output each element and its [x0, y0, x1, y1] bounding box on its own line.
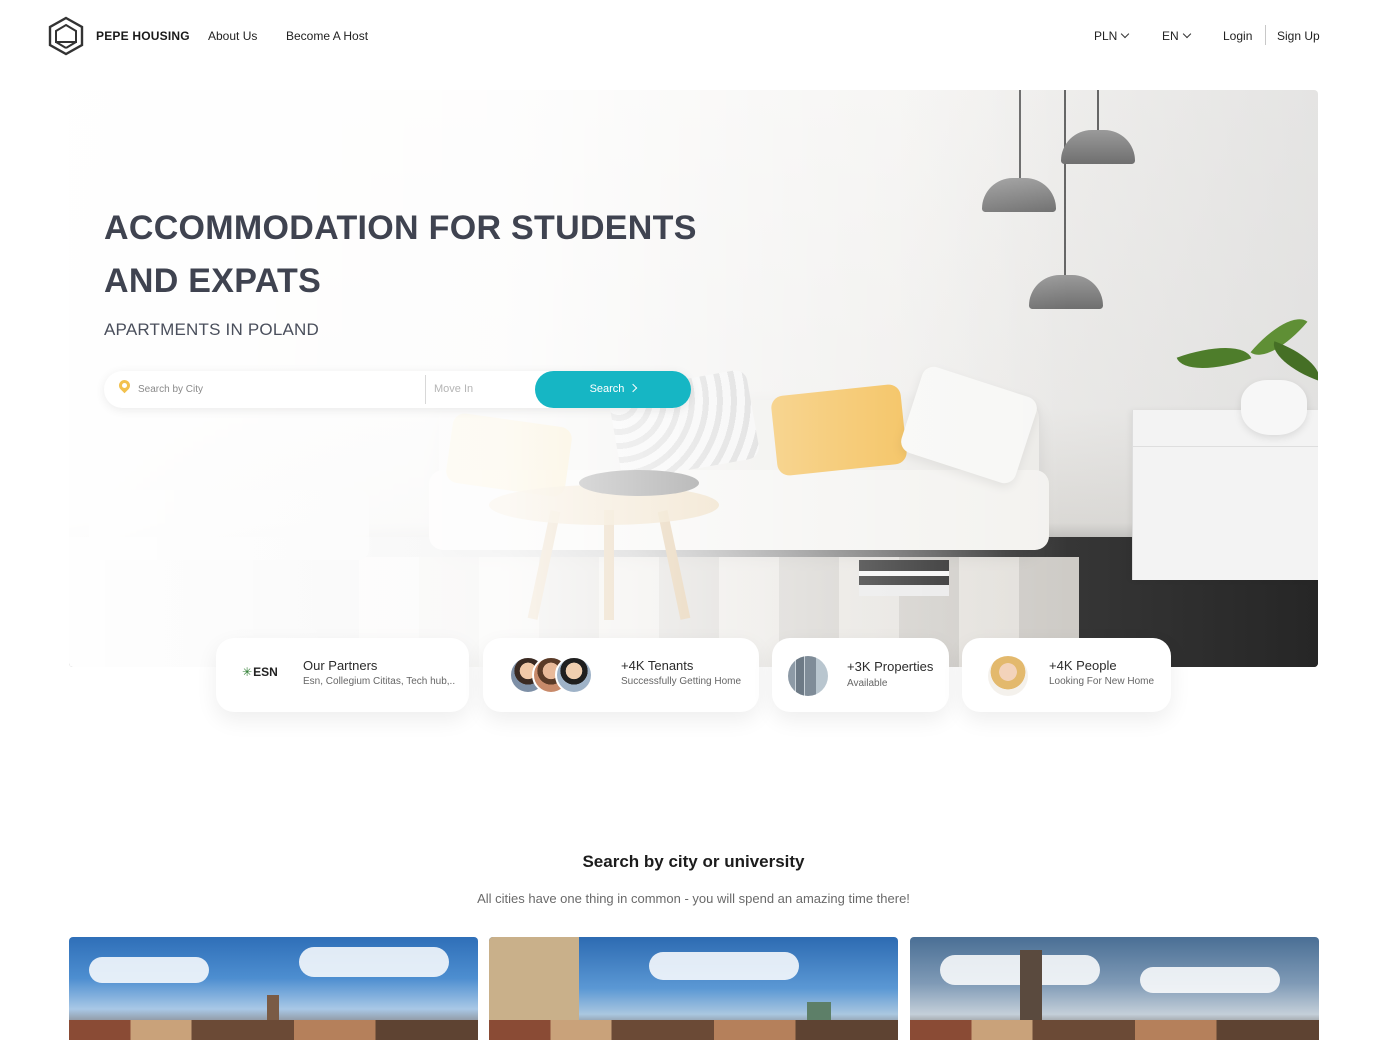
- language-label: EN: [1162, 29, 1179, 43]
- city-card[interactable]: [69, 937, 478, 1040]
- hero-banner: ACCOMMODATION FOR STUDENTS AND EXPATS AP…: [69, 90, 1318, 667]
- section-subtitle: All cities have one thing in common - yo…: [477, 891, 910, 906]
- city-card[interactable]: [489, 937, 898, 1040]
- tenants-card[interactable]: +4K Tenants Successfully Getting Home: [483, 638, 759, 712]
- card-title: +4K Tenants: [621, 658, 694, 673]
- city-search-input[interactable]: [138, 379, 418, 399]
- nav-become-host-link[interactable]: Become A Host: [286, 29, 368, 43]
- login-link[interactable]: Login: [1223, 29, 1252, 43]
- top-navbar: PEPE HOUSING About Us Become A Host PLN …: [0, 0, 1387, 72]
- tenant-avatar: [555, 656, 593, 694]
- house-hexagon-icon[interactable]: [47, 16, 85, 56]
- search-bar: Search: [104, 371, 691, 408]
- cloud: [89, 957, 209, 983]
- people-card[interactable]: +4K People Looking For New Home: [962, 638, 1171, 712]
- chevron-down-icon: [1121, 29, 1130, 39]
- cloud: [649, 952, 799, 980]
- card-subtitle: Available: [847, 678, 888, 689]
- cloud: [1140, 967, 1280, 993]
- hero-title-line: AND EXPATS: [104, 262, 322, 300]
- esn-logo: ✳ESN: [242, 665, 278, 679]
- roofs: [489, 1020, 898, 1040]
- card-title: +3K Properties: [847, 659, 934, 674]
- card-title: +4K People: [1049, 658, 1117, 673]
- chevron-right-icon: [629, 383, 638, 393]
- card-subtitle: Successfully Getting Home: [621, 676, 742, 687]
- person-avatar: [988, 656, 1028, 696]
- signup-link[interactable]: Sign Up: [1277, 29, 1320, 43]
- esn-logo-text: ESN: [253, 665, 278, 679]
- partners-card[interactable]: ✳ESN Our Partners Esn, Collegium Cititas…: [216, 638, 469, 712]
- nav-divider: [1265, 25, 1266, 45]
- search-divider: [425, 375, 426, 404]
- currency-label: PLN: [1094, 29, 1118, 43]
- hero-title-line: ACCOMMODATION FOR STUDENTS: [104, 209, 697, 247]
- roofs: [910, 1020, 1319, 1040]
- esn-star-icon: ✳: [242, 665, 253, 679]
- city-card[interactable]: [910, 937, 1319, 1040]
- map-pin-icon: [116, 377, 133, 394]
- properties-card[interactable]: +3K Properties Available: [772, 638, 949, 712]
- roofs: [69, 1020, 478, 1040]
- building-thumbnail: [788, 656, 828, 696]
- brand-name[interactable]: PEPE HOUSING: [96, 29, 190, 43]
- nav-about-us-link[interactable]: About Us: [208, 29, 257, 43]
- language-selector[interactable]: EN: [1162, 29, 1191, 43]
- card-subtitle: Esn, Collegium Cititas, Tech hub,..: [303, 676, 456, 687]
- hero-subtitle: APARTMENTS IN POLAND: [104, 320, 319, 339]
- move-in-date-input[interactable]: [434, 379, 534, 399]
- card-title: Our Partners: [303, 658, 378, 673]
- hero-title: ACCOMMODATION FOR STUDENTS AND EXPATS: [104, 202, 697, 308]
- cloud: [299, 947, 449, 977]
- chevron-down-icon: [1182, 29, 1191, 39]
- currency-selector[interactable]: PLN: [1094, 29, 1130, 43]
- search-button[interactable]: Search: [535, 371, 691, 408]
- section-title: Search by city or university: [582, 852, 805, 871]
- card-subtitle: Looking For New Home: [1049, 676, 1155, 687]
- search-button-label: Search: [589, 383, 625, 395]
